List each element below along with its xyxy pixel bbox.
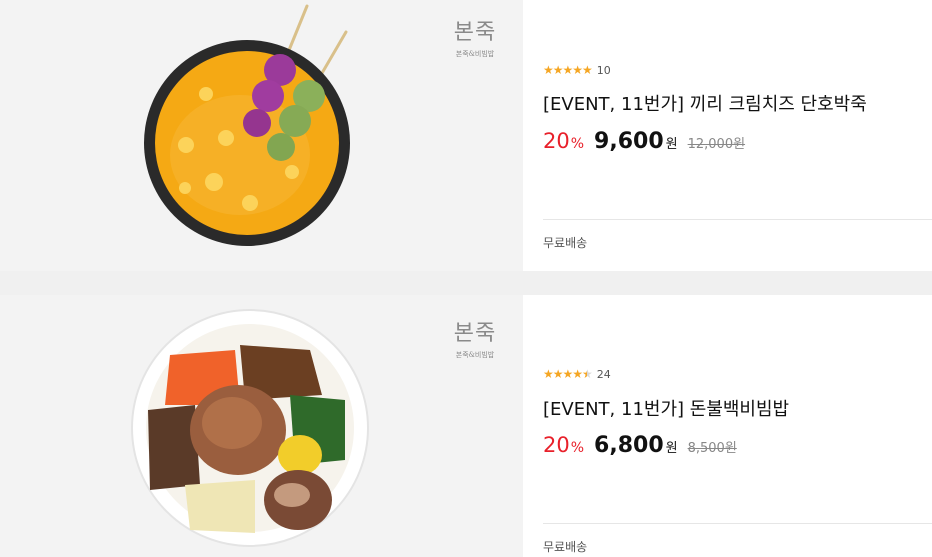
shipping-label: 무료배송	[543, 236, 588, 250]
discount-rate: 20	[543, 129, 570, 153]
product-title[interactable]: [EVENT, 11번가] 돈불백비빔밥	[543, 395, 789, 421]
price-unit: 원	[665, 137, 678, 152]
star-rating-icon: ★★★★★	[543, 367, 593, 381]
original-price: 8,500원	[687, 441, 737, 456]
product-title[interactable]: [EVENT, 11번가] 끼리 크림치즈 단호박죽	[543, 90, 867, 116]
divider	[543, 523, 932, 524]
sale-price: 6,800	[594, 433, 664, 458]
bibimbap-image	[131, 309, 369, 547]
sale-price: 9,600	[594, 129, 664, 154]
price-row: 20% 6,800 원 8,500원	[543, 433, 737, 458]
discount-rate: 20	[543, 433, 570, 457]
product-card[interactable]: 본죽 본죽&비빔밥 ★★★★★ 10 [EVENT, 11번가] 끼리 크림치즈…	[0, 0, 932, 271]
original-price: 12,000원	[687, 137, 746, 152]
product-thumbnail[interactable]: 본죽 본죽&비빔밥	[0, 295, 523, 557]
product-card[interactable]: 본죽 본죽&비빔밥 ★★★★★ 24 [EVENT, 11번가] 돈불백비빔밥 …	[0, 295, 932, 557]
discount-unit: %	[570, 440, 585, 456]
star-rating-icon: ★★★★★	[543, 63, 593, 77]
brand-logo-sub: 본죽&비빔밥	[455, 50, 495, 58]
rating: ★★★★★ 24	[543, 367, 611, 381]
shipping-label: 무료배송	[543, 540, 588, 554]
product-info: ★★★★★ 10 [EVENT, 11번가] 끼리 크림치즈 단호박죽 20% …	[523, 0, 932, 271]
rating: ★★★★★ 10	[543, 63, 611, 77]
product-info: ★★★★★ 24 [EVENT, 11번가] 돈불백비빔밥 20% 6,800 원…	[523, 295, 932, 557]
review-count: 24	[596, 367, 611, 381]
price-row: 20% 9,600 원 12,000원	[543, 129, 745, 154]
brand-logo: 본죽 본죽&비빔밥	[450, 14, 500, 59]
product-thumbnail[interactable]: 본죽 본죽&비빔밥	[0, 0, 523, 271]
price-unit: 원	[665, 441, 678, 456]
discount-unit: %	[570, 136, 585, 152]
brand-logo-main: 본죽	[453, 20, 497, 45]
brand-logo-sub: 본죽&비빔밥	[455, 351, 495, 359]
brand-logo: 본죽 본죽&비빔밥	[450, 315, 500, 360]
divider	[543, 219, 932, 220]
pumpkin-porridge-image	[144, 4, 350, 246]
brand-logo-main: 본죽	[453, 321, 497, 346]
review-count: 10	[596, 63, 611, 77]
